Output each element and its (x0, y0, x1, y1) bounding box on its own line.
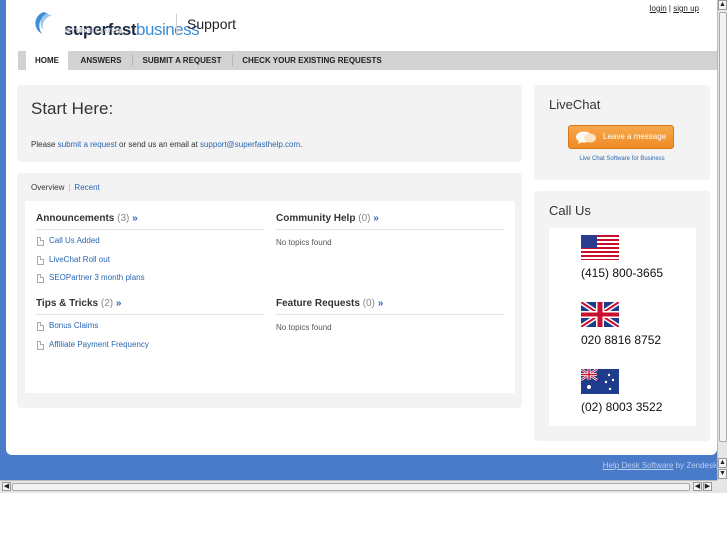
section-title[interactable]: Feature Requests (276, 298, 360, 309)
document-icon (37, 340, 44, 350)
tab-answers[interactable]: ANSWERS (72, 51, 130, 70)
support-email-link[interactable]: support@superfasthelp.com (200, 140, 300, 149)
section-more-link[interactable]: » (378, 298, 384, 309)
help-desk-software-link[interactable]: Help Desk Software (603, 461, 674, 470)
livechat-title: LiveChat (549, 97, 601, 112)
scroll-left-arrow-icon[interactable]: ◀ (2, 482, 11, 491)
phone-list: (415) 800-3665 020 8816 8752 (02) 8003 3… (549, 228, 696, 426)
scroll-left-arrow-icon[interactable]: ◀ (693, 482, 702, 491)
section-count: (0) (362, 298, 375, 309)
section-count: (0) (358, 213, 371, 224)
section-title[interactable]: Community Help (276, 213, 355, 224)
phone-number-au: (02) 8003 3522 (581, 400, 663, 414)
leave-message-button[interactable]: Leave a message (568, 125, 674, 149)
section-count: (2) (100, 298, 114, 309)
empty-message: No topics found (276, 238, 332, 247)
section-more-link[interactable]: » (116, 298, 122, 309)
nav-divider (132, 55, 133, 66)
horizontal-scrollbar[interactable]: ◀ ◀ ▶ (0, 480, 717, 493)
submit-request-link[interactable]: submit a request (58, 140, 117, 149)
signup-link[interactable]: sign up (673, 4, 699, 13)
scroll-up-arrow-icon[interactable]: ▲ (718, 458, 727, 468)
start-title: Start Here: (31, 99, 114, 118)
empty-message: No topics found (276, 323, 332, 332)
scroll-up-arrow-icon[interactable]: ▲ (718, 0, 727, 10)
overview-tabs: Overview | Recent (31, 183, 100, 192)
logo-reflection: superfast (64, 26, 123, 35)
auth-separator: | (668, 4, 671, 13)
header-divider (176, 14, 177, 36)
callus-title: Call Us (549, 203, 591, 218)
viewport: superfastbusiness superfast Support logi… (0, 0, 717, 480)
section-count: (3) (117, 213, 130, 224)
document-icon (37, 322, 44, 331)
scrollbar-corner (717, 480, 727, 493)
start-text: Please submit a request or send us an em… (31, 140, 303, 149)
main-nav: HOME ANSWERS SUBMIT A REQUEST CHECK YOUR… (18, 51, 717, 70)
section-more-link[interactable]: » (373, 213, 379, 224)
leave-message-label: Leave a message (603, 132, 667, 141)
tab-recent[interactable]: Recent (74, 183, 99, 192)
callus-panel: Call Us (415) 800-3665 020 8816 8752 (02… (534, 191, 710, 441)
scroll-down-arrow-icon[interactable]: ▼ (718, 469, 727, 479)
list-item[interactable]: Bonus Claims (36, 317, 264, 336)
list-item[interactable]: SEOPartner 3 month plans (36, 269, 264, 288)
list-item[interactable]: Affiliate Payment Frequency (36, 336, 264, 355)
section-tips-tricks: Tips & Tricks (2) » Bonus Claims Affilia… (36, 298, 264, 354)
overview-panel: Overview | Recent Announcements (3) » Call… (17, 173, 522, 408)
tab-check-requests[interactable]: CHECK YOUR EXISTING REQUESTS (236, 51, 388, 70)
uk-flag-icon (581, 302, 619, 327)
auth-links: login | sign up (650, 4, 699, 13)
footer: Help Desk Software by Zendesk (602, 461, 717, 470)
document-icon (37, 274, 44, 283)
livechat-panel: LiveChat Leave a message Live Chat Softw… (534, 85, 710, 180)
list-item[interactable]: LiveChat Roll out (36, 251, 264, 270)
forums-box: Announcements (3) » Call Us Added LiveCh… (25, 201, 515, 393)
section-title[interactable]: Tips & Tricks (36, 298, 98, 309)
vertical-scrollbar[interactable]: ▲ ▲ ▼ (717, 0, 727, 480)
vertical-scroll-thumb[interactable] (719, 12, 727, 442)
tab-home[interactable]: HOME (26, 51, 68, 70)
section-announcements: Announcements (3) » Call Us Added LiveCh… (36, 213, 264, 288)
chat-bubble-icon (576, 131, 596, 144)
phone-number-us: (415) 800-3665 (581, 266, 664, 280)
header-title: Support (187, 16, 237, 32)
browser-frame: superfastbusiness superfast Support logi… (0, 0, 727, 545)
start-here-panel: Start Here: Please submit a request or s… (17, 85, 522, 162)
section-title[interactable]: Announcements (36, 213, 114, 224)
au-flag-icon (581, 369, 619, 394)
section-feature-requests: Feature Requests (0) » No topics found (276, 298, 504, 332)
tab-overview[interactable]: Overview (31, 183, 64, 192)
horizontal-scroll-thumb[interactable] (12, 483, 690, 491)
livechat-caption-link[interactable]: Live Chat Software for Business (534, 156, 710, 162)
document-icon (37, 237, 44, 246)
section-community-help: Community Help (0) » No topics found (276, 213, 504, 247)
page-content: superfastbusiness superfast Support logi… (6, 0, 717, 455)
nav-divider (232, 55, 233, 66)
phone-number-uk: 020 8816 8752 (581, 333, 662, 347)
logo[interactable]: superfastbusiness superfast (30, 6, 200, 42)
tab-submit-request[interactable]: SUBMIT A REQUEST (135, 51, 229, 70)
section-more-link[interactable]: » (132, 213, 138, 224)
document-icon (37, 255, 44, 265)
us-flag-icon (581, 235, 619, 260)
list-item[interactable]: Call Us Added (36, 232, 264, 251)
login-link[interactable]: login (650, 4, 667, 13)
scroll-right-arrow-icon[interactable]: ▶ (703, 482, 712, 491)
